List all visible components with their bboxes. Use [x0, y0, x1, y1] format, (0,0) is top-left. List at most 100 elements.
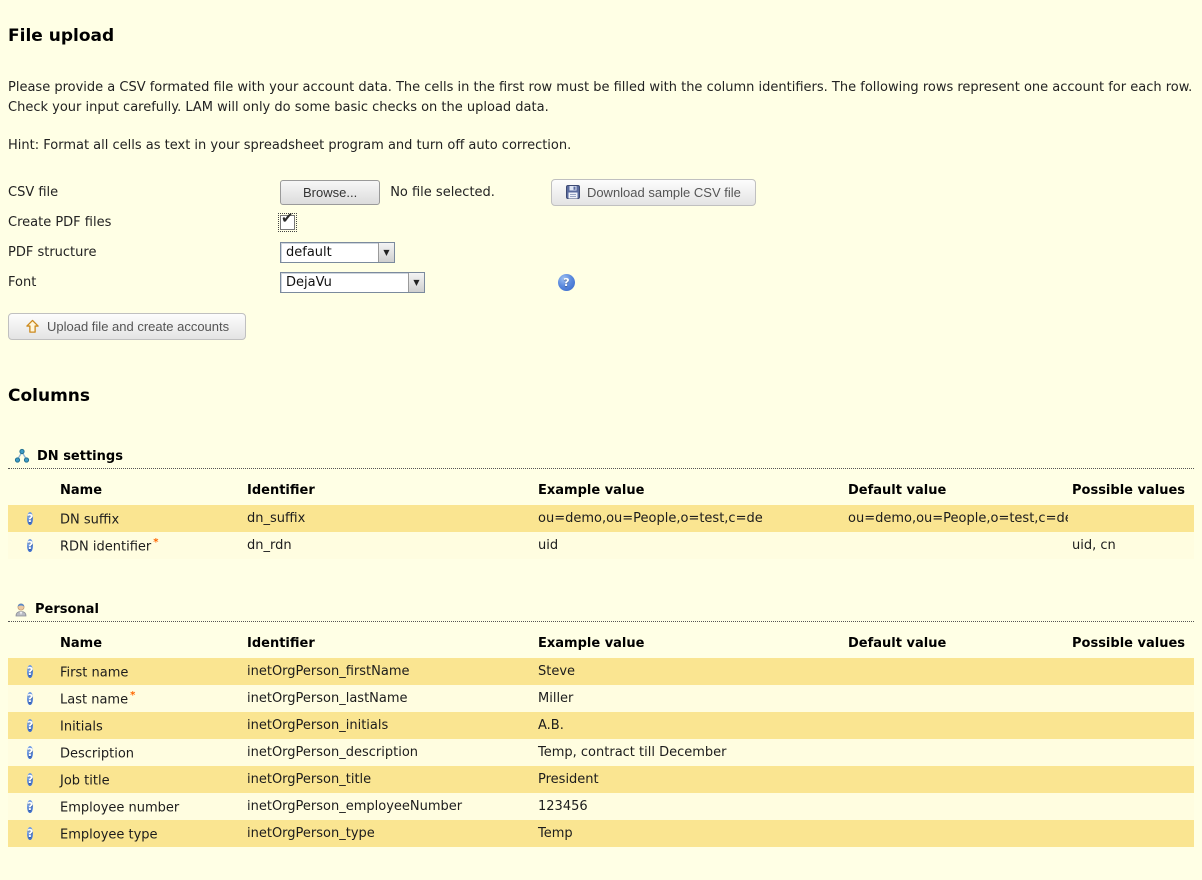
field-identifier: inetOrgPerson_firstName: [243, 658, 534, 685]
intro-text: Please provide a CSV formated file with …: [8, 78, 1194, 118]
field-example: uid: [534, 532, 844, 559]
help-icon[interactable]: ?: [27, 746, 33, 759]
table-row: ? Employee type inetOrgPerson_type Temp: [8, 820, 1194, 847]
field-possible: [1068, 505, 1194, 532]
field-default: [844, 532, 1068, 559]
field-identifier: inetOrgPerson_lastName: [243, 685, 534, 712]
csv-file-row: CSV file Browse... No file selected. Dow…: [8, 177, 1194, 207]
download-sample-csv-button[interactable]: Download sample CSV file: [551, 179, 756, 206]
font-select[interactable]: DejaVu ▼: [280, 272, 425, 293]
create-pdf-checkbox[interactable]: ✔: [280, 215, 295, 230]
field-default: ou=demo,ou=People,o=test,c=de: [844, 505, 1068, 532]
field-identifier: inetOrgPerson_title: [243, 766, 534, 793]
field-possible: [1068, 793, 1194, 820]
field-name: DN suffix: [60, 512, 119, 527]
field-identifier: dn_rdn: [243, 532, 534, 559]
table-row: ? Initials inetOrgPerson_initials A.B.: [8, 712, 1194, 739]
field-possible: [1068, 766, 1194, 793]
help-icon[interactable]: ?: [27, 512, 33, 525]
table-row: ? Job title inetOrgPerson_title Presiden…: [8, 766, 1194, 793]
field-default: [844, 739, 1068, 766]
col-header-possible: Possible values: [1068, 475, 1194, 505]
required-marker: *: [130, 690, 135, 701]
help-icon[interactable]: ?: [558, 274, 575, 291]
help-icon[interactable]: ?: [27, 827, 33, 840]
required-marker: *: [153, 537, 158, 548]
field-example: Temp, contract till December: [534, 739, 844, 766]
help-icon[interactable]: ?: [27, 539, 33, 552]
table-row: ? RDN identifier* dn_rdn uid uid, cn: [8, 532, 1194, 559]
field-example: ou=demo,ou=People,o=test,c=de: [534, 505, 844, 532]
help-icon[interactable]: ?: [27, 692, 33, 705]
field-name: RDN identifier: [60, 539, 151, 554]
field-name: First name: [60, 665, 128, 680]
field-name: Last name: [60, 692, 128, 707]
col-header-default: Default value: [844, 628, 1068, 658]
no-file-text: No file selected.: [390, 185, 495, 200]
table-header-row: Name Identifier Example value Default va…: [8, 628, 1194, 658]
field-identifier: inetOrgPerson_employeeNumber: [243, 793, 534, 820]
field-example: President: [534, 766, 844, 793]
field-name: Employee type: [60, 827, 158, 842]
section-title: DN settings: [37, 449, 123, 464]
upload-form: CSV file Browse... No file selected. Dow…: [8, 177, 1194, 340]
help-icon[interactable]: ?: [27, 665, 33, 678]
section-header-personal: Personal: [8, 601, 1194, 622]
upload-file-button[interactable]: Upload file and create accounts: [8, 313, 246, 340]
field-identifier: inetOrgPerson_type: [243, 820, 534, 847]
col-header-name: Name: [56, 628, 243, 658]
checkmark-icon: ✔: [281, 211, 294, 226]
table-row: ? Last name* inetOrgPerson_lastName Mill…: [8, 685, 1194, 712]
browse-button[interactable]: Browse...: [280, 180, 380, 205]
field-default: [844, 820, 1068, 847]
font-row: Font DejaVu ▼ ?: [8, 267, 1194, 297]
file-upload-page: File upload Please provide a CSV formate…: [0, 26, 1202, 847]
columns-heading: Columns: [8, 386, 1194, 406]
field-possible: [1068, 685, 1194, 712]
col-header-name: Name: [56, 475, 243, 505]
create-pdf-label: Create PDF files: [8, 215, 280, 230]
field-default: [844, 658, 1068, 685]
col-header-example: Example value: [534, 628, 844, 658]
page-title: File upload: [8, 26, 1194, 46]
pdf-structure-selected-value: default: [281, 243, 338, 262]
field-example: Steve: [534, 658, 844, 685]
field-identifier: inetOrgPerson_initials: [243, 712, 534, 739]
font-label: Font: [8, 275, 280, 290]
field-name: Employee number: [60, 800, 179, 815]
help-icon[interactable]: ?: [27, 773, 33, 786]
col-header-default: Default value: [844, 475, 1068, 505]
field-example: 123456: [534, 793, 844, 820]
upload-arrow-icon: [25, 319, 40, 334]
intro-line-1: Please provide a CSV formated file with …: [8, 78, 1194, 98]
field-possible: [1068, 739, 1194, 766]
help-icon[interactable]: ?: [27, 800, 33, 813]
floppy-disk-icon: [566, 185, 580, 199]
table-row: ? Description inetOrgPerson_description …: [8, 739, 1194, 766]
field-default: [844, 685, 1068, 712]
person-icon: [14, 601, 28, 617]
help-icon[interactable]: ?: [27, 719, 33, 732]
field-example: A.B.: [534, 712, 844, 739]
dn-settings-table: Name Identifier Example value Default va…: [8, 475, 1194, 559]
personal-table: Name Identifier Example value Default va…: [8, 628, 1194, 847]
col-header-identifier: Identifier: [243, 628, 534, 658]
field-default: [844, 712, 1068, 739]
col-header-example: Example value: [534, 475, 844, 505]
pdf-structure-select[interactable]: default ▼: [280, 242, 395, 263]
intro-line-2: Check your input carefully. LAM will onl…: [8, 98, 1194, 118]
col-header-possible: Possible values: [1068, 628, 1194, 658]
field-default: [844, 793, 1068, 820]
field-example: Miller: [534, 685, 844, 712]
field-possible: [1068, 712, 1194, 739]
field-identifier: dn_suffix: [243, 505, 534, 532]
field-name: Description: [60, 746, 134, 761]
dropdown-arrow-icon: ▼: [378, 243, 394, 262]
table-row: ? First name inetOrgPerson_firstName Ste…: [8, 658, 1194, 685]
field-example: Temp: [534, 820, 844, 847]
csv-file-label: CSV file: [8, 185, 280, 200]
field-possible: uid, cn: [1068, 532, 1194, 559]
dropdown-arrow-icon: ▼: [408, 273, 424, 292]
field-possible: [1068, 820, 1194, 847]
hint-text: Hint: Format all cells as text in your s…: [8, 138, 1194, 153]
